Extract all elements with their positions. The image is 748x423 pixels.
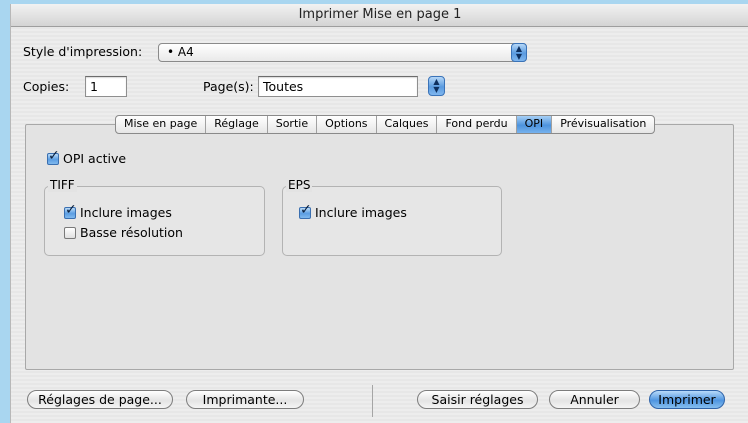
copies-field[interactable]: 1 — [85, 76, 127, 97]
tab-mise-en-page[interactable]: Mise en page — [116, 116, 207, 133]
tab-opi[interactable]: OPI — [516, 116, 553, 133]
cancel-button[interactable]: Annuler — [549, 390, 640, 409]
tiff-include-checkbox[interactable]: ✓ — [64, 203, 77, 219]
tab-reglage[interactable]: Réglage — [206, 116, 268, 133]
print-dialog: Imprimer Mise en page 1 Style d'impressi… — [10, 4, 748, 423]
tiff-lowres-label: Basse résolution — [80, 225, 183, 240]
tab-fond-perdu[interactable]: Fond perdu — [437, 116, 517, 133]
opi-active-label: OPI active — [63, 151, 127, 166]
eps-include-checkbox[interactable]: ✓ — [299, 203, 312, 219]
button-separator — [372, 385, 373, 417]
tab-sortie[interactable]: Sortie — [268, 116, 318, 133]
tiff-group — [44, 186, 265, 256]
tab-options[interactable]: Options — [317, 116, 377, 133]
print-style-label: Style d'impression: — [23, 44, 143, 59]
pages-label: Page(s): — [203, 79, 254, 94]
tiff-group-title: TIFF — [48, 178, 77, 192]
print-button[interactable]: Imprimer — [649, 390, 725, 409]
page-setup-button[interactable]: Réglages de page... — [27, 390, 173, 409]
tab-previsualisation[interactable]: Prévisualisation — [552, 116, 654, 133]
up-down-arrows-icon: ▲ ▼ — [433, 77, 440, 94]
eps-group — [282, 186, 502, 256]
print-style-value: • A4 — [167, 45, 194, 59]
eps-group-title: EPS — [286, 178, 313, 192]
checkmark-icon: ✓ — [65, 202, 77, 218]
checkmark-icon: ✓ — [48, 148, 60, 164]
pages-field[interactable]: Toutes — [258, 76, 418, 97]
pages-popup-button[interactable]: ▲ ▼ — [428, 76, 445, 96]
opi-active-checkbox[interactable]: ✓ — [47, 149, 60, 165]
checkmark-icon: ✓ — [300, 202, 312, 218]
window-title: Imprimer Mise en page 1 — [11, 4, 748, 27]
printer-button[interactable]: Imprimante... — [186, 390, 304, 409]
capture-settings-button[interactable]: Saisir réglages — [417, 390, 538, 409]
print-style-popup[interactable]: • A4 ▲ ▼ — [158, 43, 527, 62]
tab-bar: Mise en page Réglage Sortie Options Calq… — [115, 115, 656, 134]
up-down-arrows-icon: ▲ ▼ — [511, 43, 527, 62]
tiff-lowres-checkbox[interactable] — [64, 227, 76, 239]
tab-calques[interactable]: Calques — [377, 116, 438, 133]
copies-label: Copies: — [23, 79, 70, 94]
opi-tab-panel: ✓ OPI active TIFF ✓ Inclure images Basse… — [25, 124, 734, 370]
tiff-include-label: Inclure images — [80, 205, 172, 220]
eps-include-label: Inclure images — [315, 205, 407, 220]
